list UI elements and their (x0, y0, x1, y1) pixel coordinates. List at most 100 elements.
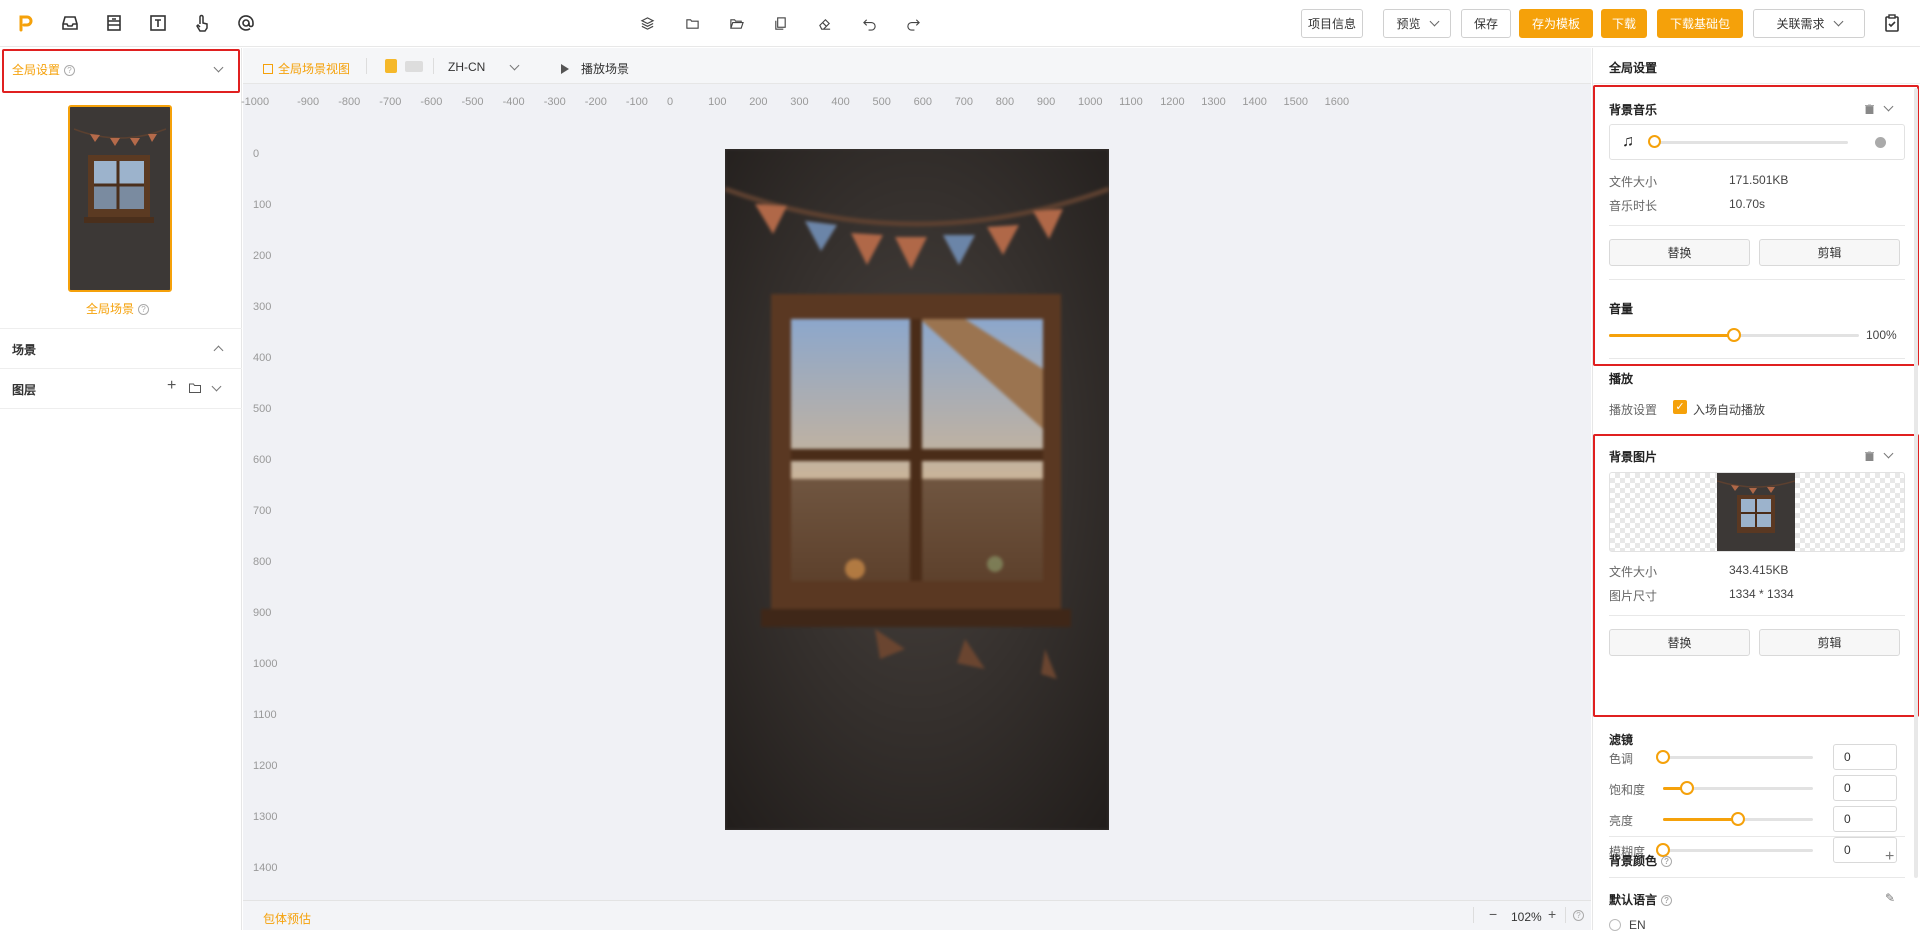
related-requirements-label: 关联需求 (1776, 17, 1825, 31)
autoplay-label: 入场自动播放 (1693, 403, 1766, 417)
help-icon: ? (1661, 895, 1673, 907)
volume-slider-thumb[interactable] (1727, 328, 1741, 342)
filter-slider-thumb[interactable] (1680, 781, 1694, 795)
ruler-tick-label: 300 (253, 301, 272, 313)
chevron-down-icon[interactable] (509, 60, 520, 71)
filter-value-input[interactable]: 0 (1833, 744, 1897, 770)
color-swatch-gray[interactable] (405, 61, 423, 72)
filter-slider[interactable] (1656, 750, 1813, 764)
zoom-in-button[interactable]: + (1548, 906, 1556, 922)
filter-slider[interactable] (1663, 812, 1813, 826)
ruler-tick-label: 400 (831, 96, 850, 108)
chevron-down-icon[interactable] (211, 381, 222, 392)
gesture-icon[interactable] (190, 11, 214, 35)
help-icon: ? (138, 304, 150, 316)
edit-icon[interactable]: ✎ (1885, 891, 1895, 905)
ruler-tick-label: 1000 (1078, 96, 1103, 108)
filter-label: 饱和度 (1609, 783, 1646, 797)
image-file-size-value: 343.415KB (1729, 563, 1789, 577)
image-edit-button[interactable]: 剪辑 (1759, 629, 1900, 656)
play-scene-button[interactable]: 播放场景 (561, 60, 629, 77)
music-replace-button[interactable]: 替换 (1609, 239, 1750, 266)
global-settings-label: 全局设置 (12, 63, 61, 77)
ruler-tick-label: 100 (708, 96, 727, 108)
audio-progress-thumb[interactable] (1648, 135, 1661, 148)
ruler-tick-label: 300 (790, 96, 809, 108)
ruler-tick-label: 0 (253, 148, 260, 160)
folder-icon[interactable] (683, 14, 701, 32)
divider (366, 58, 367, 74)
scrollbar[interactable] (1914, 88, 1918, 878)
text-icon[interactable] (146, 11, 170, 35)
global-scene-label: 全局场景 (86, 302, 135, 316)
save-button[interactable]: 保存 (1461, 9, 1511, 38)
folder-icon[interactable] (189, 382, 201, 393)
right-panel: 全局设置 背景音乐 ♫ 文件大小 171.501KB 音乐时长 10.70s 替… (1592, 48, 1920, 932)
undo-icon[interactable] (860, 14, 878, 32)
package-estimate-link[interactable]: 包体预估 (263, 910, 311, 927)
global-scene-thumbnail[interactable] (68, 105, 172, 292)
zoom-out-button[interactable]: − (1489, 906, 1497, 922)
chevron-up-icon[interactable] (213, 345, 224, 356)
copy-icon[interactable] (771, 14, 789, 32)
ruler-tick-label: 1300 (253, 811, 278, 823)
audio-progress-track[interactable] (1648, 135, 1848, 148)
layers-icon[interactable] (638, 14, 656, 32)
volume-value: 100% (1866, 328, 1897, 342)
ruler-tick-label: 500 (253, 403, 272, 415)
autoplay-checkbox[interactable]: ✓ (1673, 400, 1687, 414)
volume-slider[interactable] (1609, 328, 1859, 342)
global-scene-view-label: 全局场景视图 (278, 62, 351, 76)
filter-value-input[interactable]: 0 (1833, 806, 1897, 832)
ruler-vertical: 0 100 200 300 400 500 600 700 800 900 1000 1100 1200… (243, 48, 283, 930)
music-edit-button[interactable]: 剪辑 (1759, 239, 1900, 266)
filter-slider-fill (1663, 818, 1738, 821)
trash-icon[interactable] (1865, 103, 1874, 115)
image-replace-button[interactable]: 替换 (1609, 629, 1750, 656)
trash-icon[interactable] (1865, 450, 1874, 462)
clipboard-check-icon[interactable] (1880, 11, 1904, 35)
filter-slider[interactable] (1663, 781, 1813, 795)
language-select[interactable]: ZH-CN (448, 60, 485, 74)
related-requirements-dropdown[interactable]: 关联需求 (1753, 9, 1865, 38)
volume-title: 音量 (1609, 302, 1634, 316)
top-toolbar: 项目信息 预览 保存 存为模板 下载 下载基础包 关联需求 (0, 0, 1920, 47)
preview-dropdown[interactable]: 预览 (1383, 9, 1451, 38)
ruler-tick-label: 700 (954, 96, 974, 108)
divider (433, 58, 434, 74)
divider (1609, 225, 1905, 226)
audio-clear-icon[interactable] (1875, 137, 1886, 148)
panel-header: 全局设置 (1609, 61, 1658, 75)
project-info-button[interactable]: 项目信息 (1301, 9, 1363, 38)
divider (0, 408, 242, 409)
download-base-button[interactable]: 下载基础包 (1657, 9, 1743, 38)
folder-open-icon[interactable] (727, 14, 745, 32)
filter-slider-thumb[interactable] (1731, 812, 1745, 826)
save-template-button[interactable]: 存为模板 (1519, 9, 1593, 38)
volume-slider-fill (1609, 334, 1734, 337)
layers-section-title: 图层 (12, 383, 37, 397)
redo-icon[interactable] (904, 14, 922, 32)
ruler-tick-label: 400 (253, 352, 272, 364)
filter-slider-thumb[interactable] (1656, 750, 1670, 764)
bg-image-preview[interactable] (1609, 472, 1905, 552)
ruler-tick-label: 900 (1036, 96, 1056, 108)
template-icon[interactable] (102, 11, 126, 35)
at-icon[interactable] (234, 11, 258, 35)
erase-icon[interactable] (815, 14, 833, 32)
filter-value-input[interactable]: 0 (1833, 775, 1897, 801)
inbox-icon[interactable] (58, 11, 82, 35)
ruler-tick-label: 0 (667, 96, 674, 108)
download-button[interactable]: 下载 (1601, 9, 1647, 38)
ruler-tick-label: -600 (420, 96, 443, 108)
help-icon[interactable]: ? (1573, 910, 1584, 921)
logo-icon[interactable] (14, 11, 38, 35)
scene-preview[interactable] (725, 149, 1109, 830)
filter-slider[interactable] (1656, 843, 1813, 857)
ruler-tick-label: 1400 (253, 862, 278, 874)
add-icon[interactable]: + (167, 377, 176, 395)
global-settings-header[interactable]: 全局设置? (12, 61, 76, 78)
color-swatch-orange[interactable] (385, 59, 397, 73)
divider (1593, 83, 1920, 84)
add-icon[interactable]: + (1885, 848, 1894, 866)
